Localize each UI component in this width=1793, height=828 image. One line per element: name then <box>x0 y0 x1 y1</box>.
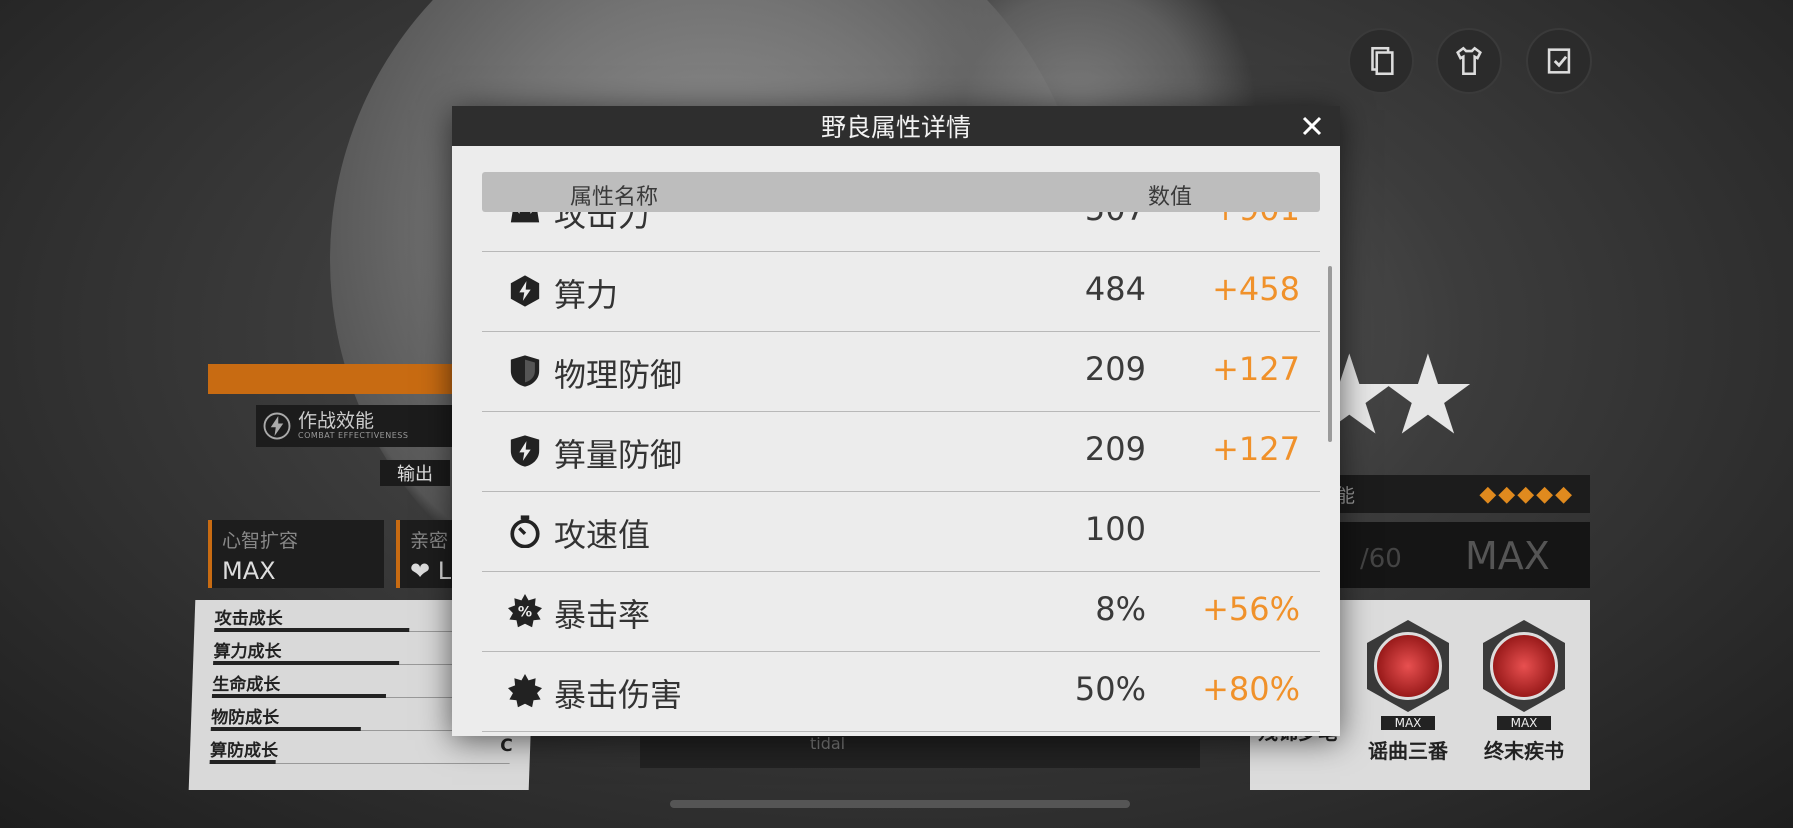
level-max: MAX <box>1465 534 1550 578</box>
growth-grade: C <box>499 736 514 756</box>
attribute-base-value: 50% <box>1074 670 1146 708</box>
attribute-bonus-value: +80% <box>1202 670 1300 708</box>
skill-name: 终末疾书 <box>1484 739 1564 763</box>
growth-row: 算防成长 C <box>209 736 514 766</box>
attribute-name: 攻击力 <box>554 212 651 234</box>
level-panel: /60 MAX <box>1330 522 1590 588</box>
attribute-name: 暴击伤害 <box>554 676 683 714</box>
level-text: /60 <box>1360 544 1402 574</box>
attribute-bonus-value: +901 <box>1212 212 1300 228</box>
growth-bar <box>211 694 387 698</box>
potential-diamonds-icon: ◆◆◆◆◆ <box>1479 481 1574 507</box>
affinity-level: L <box>437 557 452 585</box>
heart-icon: ❤ <box>410 557 431 585</box>
shield-icon <box>510 355 540 387</box>
lightning-shield-icon <box>510 435 540 467</box>
mind-expansion-value: MAX <box>222 557 276 585</box>
outfit-button[interactable] <box>1436 28 1502 94</box>
attribute-name: 物理防御 <box>554 356 683 394</box>
attribute-row: 暴击伤害 50% +80% <box>482 652 1320 732</box>
combat-title: 作战效能 <box>298 410 375 432</box>
table-header: 属性名称 数值 <box>482 172 1320 212</box>
list-scrollbar[interactable] <box>1328 266 1332 442</box>
attribute-row: 攻击力 507 +901 <box>482 212 1320 252</box>
attribute-bonus-value: +127 <box>1212 430 1300 468</box>
growth-bar <box>210 727 361 731</box>
skill-item[interactable]: MAX 谣曲三番 <box>1360 620 1456 764</box>
affinity-label: 亲密 <box>410 530 449 552</box>
growth-bar <box>209 760 276 764</box>
attribute-row: % 暴击率 8% +56% <box>482 572 1320 652</box>
attribute-row: 算量防御 209 +127 <box>482 412 1320 492</box>
role-tag: 输出 <box>380 460 450 486</box>
attribute-base-value: 484 <box>1084 270 1146 308</box>
attribute-row: 算力 484 +458 <box>482 252 1320 332</box>
character-name-bar <box>208 364 464 394</box>
close-icon <box>1302 116 1322 136</box>
skill-max-tag: MAX <box>1380 716 1436 730</box>
burst-icon <box>508 674 542 708</box>
svg-text:%: % <box>518 605 532 621</box>
growth-label: 攻击成长 <box>214 609 284 629</box>
attribute-name: 算量防御 <box>554 436 683 474</box>
column-header-name: 属性名称 <box>570 185 659 210</box>
shirt-icon <box>1456 46 1482 76</box>
attribute-name: 攻速值 <box>554 516 651 554</box>
percent-burst-icon: % <box>508 594 542 628</box>
growth-bar <box>213 661 400 665</box>
mind-expansion-card[interactable]: 心智扩容 MAX <box>208 520 384 588</box>
attribute-base-value: 8% <box>1095 590 1146 628</box>
skill-name: 谣曲三番 <box>1368 739 1448 763</box>
affinity-value: ❤ L <box>410 557 456 585</box>
skill-item[interactable]: MAX 终末疾书 <box>1476 620 1572 764</box>
dialog-title: 野良属性详情 <box>820 113 971 142</box>
attribute-bonus-value: +127 <box>1212 350 1300 388</box>
attribute-row: 物理防御 209 +127 <box>482 332 1320 412</box>
growth-label: 生命成长 <box>212 675 281 695</box>
document-icon <box>1371 46 1394 76</box>
dialog-header: 野良属性详情 <box>452 106 1340 146</box>
lightning-hex-icon <box>510 275 540 307</box>
growth-bar <box>214 628 410 632</box>
skill-emblem-icon <box>1367 620 1449 712</box>
flame-crown-icon <box>510 212 540 223</box>
checklist-icon <box>1547 48 1571 74</box>
combat-subtitle: COMBAT EFFECTIVENESS <box>298 431 409 440</box>
attribute-bonus-value: +458 <box>1212 270 1300 308</box>
skill-emblem-icon <box>1483 620 1565 712</box>
growth-label: 物防成长 <box>210 708 280 728</box>
attribute-bonus-value: +56% <box>1202 590 1300 628</box>
mind-expansion-label: 心智扩容 <box>222 530 299 552</box>
skill-max-tag: MAX <box>1496 716 1552 730</box>
attribute-base-value: 209 <box>1084 430 1146 468</box>
attribute-base-value: 507 <box>1085 212 1146 228</box>
attribute-list[interactable]: 攻击力 507 +901 算力 484 +458 物理防御 209 +127 算… <box>482 212 1322 736</box>
attribute-name: 算力 <box>554 276 619 314</box>
combat-effectiveness: 作战效能 COMBAT EFFECTIVENESS <box>256 405 456 447</box>
attribute-base-value: 100 <box>1084 510 1146 548</box>
skill-potential-bar: 能 ◆◆◆◆◆ <box>1330 475 1590 513</box>
attribute-name: 暴击率 <box>554 596 651 634</box>
growth-label: 算力成长 <box>213 642 282 662</box>
lightning-icon <box>263 412 291 440</box>
stopwatch-icon <box>510 515 540 548</box>
attribute-row: 攻速值 100 <box>482 492 1320 572</box>
bottom-text: tidal <box>810 734 846 753</box>
checklist-button[interactable] <box>1526 28 1592 94</box>
growth-label: 算防成长 <box>209 741 279 761</box>
column-header-value: 数值 <box>1148 185 1193 210</box>
attribute-base-value: 209 <box>1084 350 1146 388</box>
attribute-details-dialog: 野良属性详情 属性名称 数值 攻击力 507 +901 算力 484 +458 … <box>452 106 1340 736</box>
document-button[interactable] <box>1348 28 1414 94</box>
home-indicator[interactable] <box>670 800 1130 808</box>
close-button[interactable] <box>1296 110 1328 142</box>
